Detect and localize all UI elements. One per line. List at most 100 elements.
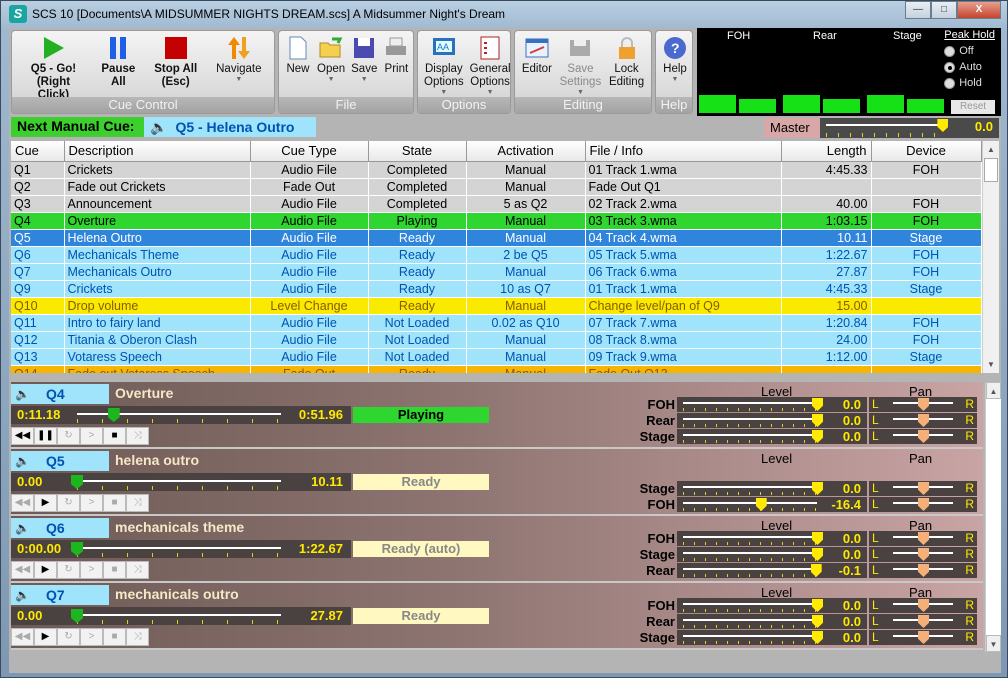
pan-slider-thumb[interactable]	[918, 564, 929, 577]
level-slider[interactable]: -16.4	[677, 497, 867, 512]
loop-button[interactable]: ↻	[57, 494, 80, 512]
cue-row[interactable]: Q6 Mechanicals Theme Audio File Ready 2 be Q…	[11, 246, 982, 264]
pan-slider-thumb[interactable]	[918, 631, 929, 644]
next-button[interactable]: >	[80, 427, 103, 445]
level-slider[interactable]: 0.0	[677, 429, 867, 444]
level-slider[interactable]: 0.0	[677, 630, 867, 645]
pan-slider[interactable]: L R	[869, 563, 977, 578]
peak-reset-button[interactable]: Reset	[951, 100, 995, 114]
cue-row[interactable]: Q11 Intro to fairy land Audio File Not Load…	[11, 314, 982, 332]
rewind-button[interactable]: ◀◀	[11, 427, 34, 445]
play-button[interactable]: ▶	[34, 628, 57, 646]
loop-button[interactable]: ↻	[57, 628, 80, 646]
loop-button[interactable]: ↻	[57, 427, 80, 445]
level-slider[interactable]: 0.0	[677, 614, 867, 629]
stop-button[interactable]: ■	[103, 628, 126, 646]
cue-row[interactable]: Q7 Mechanicals Outro Audio File Ready Manual…	[11, 263, 982, 281]
cue-row[interactable]: Q5 Helena Outro Audio File Ready Manual 04 Tr…	[11, 229, 982, 247]
panels-scroll-up-icon[interactable]: ▲	[986, 382, 1001, 399]
pan-slider[interactable]: L R	[869, 531, 977, 546]
next-cue-value[interactable]: 🔈 Q5 - Helena Outro	[144, 117, 316, 137]
pause-button[interactable]: ❚❚	[34, 427, 57, 445]
rewind-button[interactable]: ◀◀	[11, 561, 34, 579]
play-button[interactable]: ▶	[34, 494, 57, 512]
column-header-description[interactable]: Description	[64, 141, 251, 162]
scroll-thumb[interactable]	[984, 158, 998, 182]
level-slider[interactable]: 0.0	[677, 547, 867, 562]
cue-row[interactable]: Q10 Drop volume Level Change Ready Manual Cha…	[11, 297, 982, 315]
progress-slider[interactable]: 0.00 10.11	[11, 473, 351, 491]
panel-cue-header[interactable]: 🔈 Q4	[11, 384, 109, 404]
stop-button[interactable]: ■	[103, 427, 126, 445]
pan-slider-thumb[interactable]	[918, 414, 929, 427]
peak-hold-radio-off[interactable]: Off	[944, 45, 995, 57]
pan-slider-thumb[interactable]	[918, 532, 929, 545]
column-header-cue[interactable]: Cue	[11, 141, 65, 162]
panel-cue-header[interactable]: 🔈 Q6	[11, 518, 109, 538]
cue-row[interactable]: Q13 Votaress Speech Audio File Not Loaded Ma…	[11, 348, 982, 366]
column-header-device[interactable]: Device	[871, 141, 982, 162]
level-slider[interactable]: 0.0	[677, 598, 867, 613]
pan-slider[interactable]: L R	[869, 397, 977, 412]
pan-slider-thumb[interactable]	[918, 548, 929, 561]
cue-row[interactable]: Q4 Overture Audio File Playing Manual 03 Trac…	[11, 212, 982, 230]
pan-slider-thumb[interactable]	[918, 615, 929, 628]
pan-slider[interactable]: L R	[869, 630, 977, 645]
pan-slider-thumb[interactable]	[918, 599, 929, 612]
shuffle-button[interactable]: ⤨	[126, 561, 149, 579]
stop-button[interactable]: ■	[103, 494, 126, 512]
rewind-button[interactable]: ◀◀	[11, 628, 34, 646]
pan-slider-thumb[interactable]	[918, 430, 929, 443]
cue-row[interactable]: Q14Fade out Votaress SpeechFade OutReady…	[11, 365, 982, 373]
peak-hold-radio-auto[interactable]: Auto	[944, 61, 995, 73]
cue-row[interactable]: Q3 Announcement Audio File Completed 5 as Q2…	[11, 195, 982, 213]
pan-slider[interactable]: L R	[869, 429, 977, 444]
panel-cue-header[interactable]: 🔈 Q5	[11, 451, 109, 471]
level-slider[interactable]: -0.1	[677, 563, 867, 578]
pan-slider[interactable]: L R	[869, 614, 977, 629]
level-slider[interactable]: 0.0	[677, 531, 867, 546]
pan-slider[interactable]: L R	[869, 547, 977, 562]
level-slider[interactable]: 0.0	[677, 481, 867, 496]
progress-slider[interactable]: 0:11.18 0:51.96	[11, 406, 351, 424]
shuffle-button[interactable]: ⤨	[126, 494, 149, 512]
column-header-file-info[interactable]: File / Info	[585, 141, 782, 162]
rewind-button[interactable]: ◀◀	[11, 494, 34, 512]
progress-slider[interactable]: 0.00 27.87	[11, 607, 351, 625]
column-header-cue-type[interactable]: Cue Type	[250, 141, 369, 162]
cue-row[interactable]: Q2 Fade out Crickets Fade Out Completed Manu…	[11, 178, 982, 196]
pan-slider[interactable]: L R	[869, 413, 977, 428]
next-button[interactable]: >	[80, 561, 103, 579]
scroll-up-arrow-icon[interactable]: ▲	[983, 141, 999, 158]
cue-row[interactable]: Q9 Crickets Audio File Ready 10 as Q7 01 Trac…	[11, 280, 982, 298]
panel-cue-header[interactable]: 🔈 Q7	[11, 585, 109, 605]
shuffle-button[interactable]: ⤨	[126, 427, 149, 445]
column-header-state[interactable]: State	[368, 141, 467, 162]
close-button[interactable]: X	[957, 1, 1001, 19]
level-slider[interactable]: 0.0	[677, 413, 867, 428]
play-button[interactable]: ▶	[34, 561, 57, 579]
master-slider-thumb[interactable]	[937, 119, 949, 132]
pan-slider[interactable]: L R	[869, 497, 977, 512]
peak-hold-label[interactable]: Peak Hold	[944, 29, 995, 41]
shuffle-button[interactable]: ⤨	[126, 628, 149, 646]
minimize-button[interactable]: —	[905, 1, 931, 19]
scroll-down-arrow-icon[interactable]: ▼	[983, 356, 999, 373]
pan-slider[interactable]: L R	[869, 481, 977, 496]
maximize-button[interactable]: □	[931, 1, 957, 19]
level-slider[interactable]: 0.0	[677, 397, 867, 412]
next-button[interactable]: >	[80, 628, 103, 646]
panels-scroll-down-icon[interactable]: ▼	[986, 635, 1001, 652]
progress-slider[interactable]: 0:00.00 1:22.67	[11, 540, 351, 558]
stop-button[interactable]: ■	[103, 561, 126, 579]
column-header-activation[interactable]: Activation	[466, 141, 586, 162]
pan-slider[interactable]: L R	[869, 598, 977, 613]
peak-hold-radio-hold[interactable]: Hold	[944, 77, 995, 89]
cue-row[interactable]: Q1 Crickets Audio File Completed Manual 01 Tr…	[11, 161, 982, 179]
cue-panels-scrollbar[interactable]: ▲ ▼	[985, 382, 1001, 652]
column-header-length[interactable]: Length	[781, 141, 872, 162]
cue-list-scrollbar[interactable]: ▲ ▼	[982, 141, 999, 373]
pan-slider-thumb[interactable]	[918, 498, 929, 511]
next-button[interactable]: >	[80, 494, 103, 512]
pan-slider-thumb[interactable]	[918, 482, 929, 495]
